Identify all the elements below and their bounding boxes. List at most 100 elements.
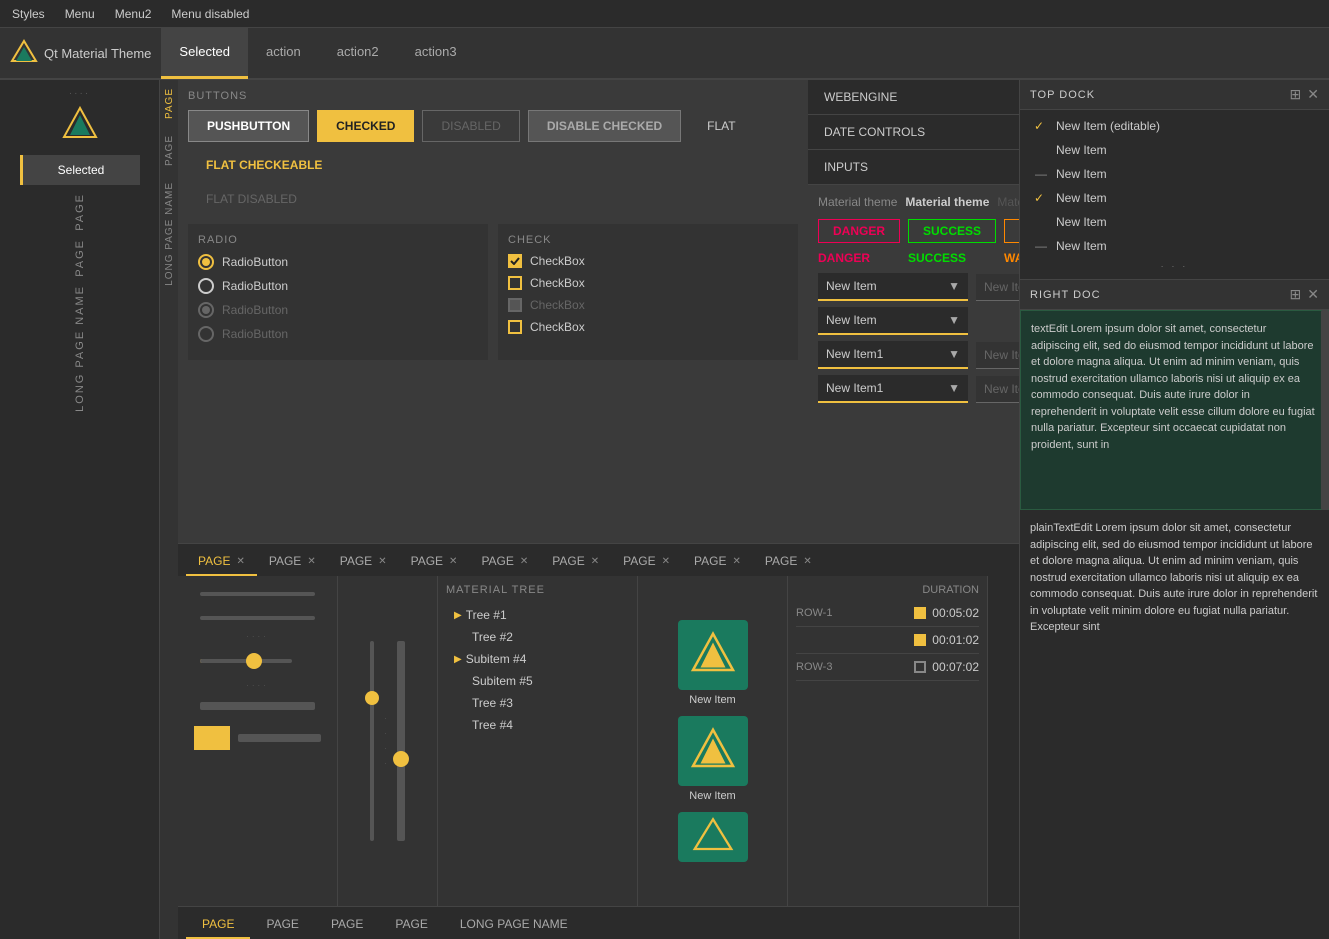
checkbox-1 <box>508 276 522 290</box>
menu-menu2[interactable]: Menu2 <box>115 7 152 21</box>
dock-float-icon[interactable]: ⊞ <box>1290 86 1302 103</box>
flat-button[interactable]: FLAT <box>689 110 753 142</box>
page-tab-2[interactable]: PAGE ✕ <box>328 548 399 576</box>
sidebar-page-label-2[interactable]: PAGE <box>74 239 86 277</box>
icon-item-2[interactable] <box>678 812 748 862</box>
page-tab-0[interactable]: PAGE ✕ <box>186 548 257 576</box>
radio-item-1[interactable]: RadioButton <box>198 278 478 294</box>
slider-bar-1[interactable] <box>200 592 314 596</box>
dock-close-icon[interactable]: ✕ <box>1307 86 1319 103</box>
check-item-3[interactable]: CheckBox <box>508 320 788 334</box>
text-edit-box[interactable]: textEdit Lorem ipsum dolor sit amet, con… <box>1020 310 1329 510</box>
dock-more-dots[interactable]: · · · <box>1020 258 1329 275</box>
right-doc-close-icon[interactable]: ✕ <box>1307 286 1319 303</box>
page-tab-7[interactable]: PAGE ✕ <box>682 548 753 576</box>
icon-item-1[interactable]: New Item <box>678 716 748 802</box>
vtab-page-2[interactable]: PAGE <box>163 131 176 170</box>
icon-item-0[interactable]: New Item <box>678 620 748 706</box>
tree-item-1[interactable]: Tree #2 <box>446 626 629 648</box>
row-data-1: 00:01:02 <box>914 633 979 647</box>
radio-item-0[interactable]: RadioButton <box>198 254 478 270</box>
slider-row-3[interactable] <box>200 653 314 669</box>
tabbar: Qt Material Theme Selected action action… <box>0 28 1329 80</box>
bpt-1[interactable]: PAGE <box>250 911 314 939</box>
menu-disabled[interactable]: Menu disabled <box>171 7 249 21</box>
table-row-0[interactable]: ROW-1 00:05:02 <box>796 600 979 627</box>
tree-item-3[interactable]: Subitem #5 <box>446 670 629 692</box>
sidebar-page-label-3[interactable]: LONG PAGE NAME <box>74 285 86 412</box>
page-tab-1[interactable]: PAGE ✕ <box>257 548 328 576</box>
page-tab-close-5[interactable]: ✕ <box>591 556 599 567</box>
menubar: Styles Menu Menu2 Menu disabled <box>0 0 1329 28</box>
pushbutton[interactable]: PUSHBUTTON <box>188 110 309 142</box>
sidebar-selected-item[interactable]: Selected <box>20 155 140 185</box>
sidebar-page-label-1[interactable]: PAGE <box>74 193 86 231</box>
row-checkbox-0 <box>914 607 926 619</box>
dock-item-5[interactable]: — New Item <box>1020 234 1329 258</box>
date-controls-item[interactable]: DATE CONTROLS <box>808 115 1019 150</box>
dock-item-label-2: New Item <box>1056 167 1107 181</box>
dock-item-4[interactable]: ✓ New Item <box>1020 210 1329 234</box>
vtab-page-1[interactable]: PAGE <box>163 84 176 123</box>
inputs-item[interactable]: INPUTS <box>808 150 1019 185</box>
bpt-long[interactable]: LONG PAGE NAME <box>444 911 584 939</box>
page-tab-close-4[interactable]: ✕ <box>520 556 528 567</box>
dock-item-3[interactable]: ✓ New Item <box>1020 186 1329 210</box>
tree-item-2[interactable]: ▶ Subitem #4 <box>446 648 629 670</box>
bpt-3[interactable]: PAGE <box>379 911 443 939</box>
page-tab-3[interactable]: PAGE ✕ <box>399 548 470 576</box>
vslider-1[interactable] <box>370 641 374 841</box>
tree-item-5[interactable]: Tree #4 <box>446 714 629 736</box>
text-edit-scrollbar[interactable] <box>1321 310 1329 510</box>
row-label-2: ROW-3 <box>796 661 832 673</box>
tab-action3[interactable]: action3 <box>397 27 475 79</box>
right-doc-float-icon[interactable]: ⊞ <box>1290 286 1302 303</box>
material-icon-1 <box>688 726 738 776</box>
slider-panel: ···· ···· <box>178 576 338 906</box>
check-item-1[interactable]: CheckBox <box>508 276 788 290</box>
bpt-2[interactable]: PAGE <box>315 911 379 939</box>
slider-bar-2[interactable] <box>200 616 314 620</box>
checked-button[interactable]: CHECKED <box>317 110 414 142</box>
plain-text-box[interactable]: plainTextEdit Lorem ipsum dolor sit amet… <box>1020 510 1329 646</box>
slider-bar-4[interactable] <box>238 734 321 742</box>
webengine-item[interactable]: WEBENGINE <box>808 80 1019 115</box>
page-tab-8[interactable]: PAGE ✕ <box>753 548 824 576</box>
page-tab-close-1[interactable]: ✕ <box>307 556 315 567</box>
tree-item-4[interactable]: Tree #3 <box>446 692 629 714</box>
bpt-0[interactable]: PAGE <box>186 911 250 939</box>
radio-label-0: RadioButton <box>222 255 288 269</box>
table-row-2[interactable]: ROW-3 00:07:02 <box>796 654 979 681</box>
check-item-0[interactable]: CheckBox <box>508 254 788 268</box>
dock-item-2[interactable]: — New Item <box>1020 162 1329 186</box>
page-tab-close-0[interactable]: ✕ <box>236 556 244 567</box>
tab-selected[interactable]: Selected <box>161 27 248 79</box>
dock-item-1[interactable]: ✓ New Item <box>1020 138 1329 162</box>
page-tab-close-3[interactable]: ✕ <box>449 556 457 567</box>
tab-action2[interactable]: action2 <box>319 27 397 79</box>
dropdown-0[interactable]: New Item ▼ <box>818 273 968 301</box>
dropdown-2[interactable]: New Item1 ▼ <box>818 341 968 369</box>
table-row-1[interactable]: 00:01:02 <box>796 627 979 654</box>
row-label-0: ROW-1 <box>796 607 832 619</box>
tree-item-0[interactable]: ▶ Tree #1 <box>446 604 629 626</box>
dropdown-1[interactable]: New Item ▼ <box>818 307 968 335</box>
vtab-long-page[interactable]: LONG PAGE NAME <box>163 178 176 290</box>
dropdown-3[interactable]: New Item1 ▼ <box>818 375 968 403</box>
page-tab-close-8[interactable]: ✕ <box>803 556 811 567</box>
page-tab-5[interactable]: PAGE ✕ <box>540 548 611 576</box>
page-tab-close-7[interactable]: ✕ <box>732 556 740 567</box>
vslider-2[interactable] <box>397 641 405 841</box>
page-tab-close-6[interactable]: ✕ <box>662 556 670 567</box>
menu-styles[interactable]: Styles <box>12 7 45 21</box>
slider-bar-3[interactable] <box>200 702 314 710</box>
right-doc-icons: ⊞ ✕ <box>1290 286 1319 303</box>
page-tab-close-2[interactable]: ✕ <box>378 556 386 567</box>
tab-action[interactable]: action <box>248 27 319 79</box>
dock-item-0[interactable]: ✓ New Item (editable) <box>1020 114 1329 138</box>
page-tab-6[interactable]: PAGE ✕ <box>611 548 682 576</box>
menu-menu[interactable]: Menu <box>65 7 95 21</box>
flat-checkable-button[interactable]: FLAT CHECKEABLE <box>188 150 340 180</box>
disable-checked-button[interactable]: DISABLE CHECKED <box>528 110 681 142</box>
page-tab-4[interactable]: PAGE ✕ <box>469 548 540 576</box>
